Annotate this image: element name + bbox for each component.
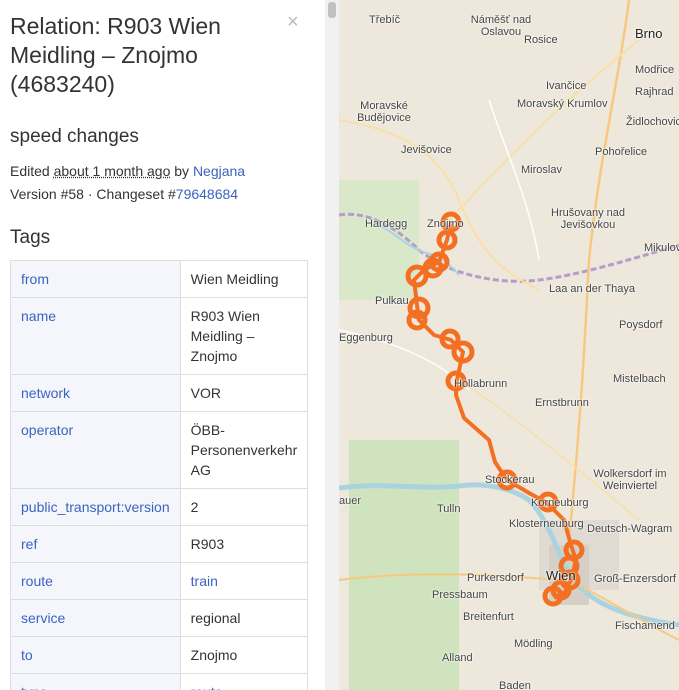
place-label: Stockerau [485,474,535,486]
edited-prefix: Edited [10,163,54,179]
place-label: Hrušovany nad Jevišovkou [551,207,625,231]
tag-value: Znojmo [179,636,309,674]
tags-table: from Wien Meidling name R903 Wien Meidling … [10,260,309,690]
tag-key[interactable]: ref [10,525,181,563]
tag-value: Wien Meidling [179,260,309,298]
tags-heading: Tags [10,227,51,248]
tag-value: 2 [179,488,309,526]
tag-row: operator ÖBB-Personenverkehr AG [10,411,309,489]
tag-row: from Wien Meidling [10,260,309,298]
version-text: Version #58 · Changeset # [10,186,176,202]
place-label: Ivančice [546,80,587,92]
place-label: Purkersdorf [467,572,524,584]
tag-key[interactable]: type [10,673,181,690]
place-label: Klosterneuburg [509,518,584,530]
place-label: Groß-Enzersdorf [594,573,676,585]
place-label: Modřice [635,64,675,76]
tag-value[interactable]: route [179,673,309,690]
sidebar: Relation: R903 Wien Meidling – Znojmo (4… [0,0,325,690]
edited-info: Edited about 1 month ago by Negjana [10,163,245,179]
place-label: Alland [442,652,473,664]
place-label: Mödling [514,638,553,650]
place-label: Moravský Krumlov [517,98,608,110]
place-label: Fischamend [615,620,675,632]
place-label: Znojmo [427,218,464,230]
scrollbar-thumb[interactable] [328,2,336,18]
tag-row: typeroute [10,673,309,690]
place-label: Židlochovice [626,116,679,128]
place-label: Třebíč [369,14,401,26]
place-label: Pohořelice [595,146,647,158]
place-label: Rosice [524,34,558,46]
scrollbar[interactable] [325,0,339,690]
tag-key[interactable]: route [10,562,181,600]
version-info: Version #58 · Changeset #79648684 [10,186,238,202]
place-label: Korneuburg [531,497,589,509]
tag-value: regional [179,599,309,637]
place-label: Wolkersdorf im Weinviertel [593,468,667,492]
changeset-comment: speed changes [10,126,139,147]
tag-key[interactable]: name [10,297,181,375]
place-label: Pressbaum [432,589,488,601]
place-label: Hollabrunn [454,378,508,390]
place-label: Moravské Budějovice [357,100,411,124]
tag-key[interactable]: to [10,636,181,674]
tag-value: R903 [179,525,309,563]
place-label: Deutsch-Wagram [587,523,673,535]
place-label: Laa an der Thaya [548,283,636,295]
edited-by: by [170,163,193,179]
changeset-link[interactable]: 79648684 [176,186,238,202]
place-label: Mikulov [644,242,679,254]
place-label: Eggenburg [339,332,393,344]
tag-value: ÖBB-Personenverkehr AG [179,411,309,489]
place-label: Jevišovice [401,144,452,156]
place-label: auer [339,495,362,507]
place-label: Poysdorf [619,319,663,331]
tag-row: name R903 Wien Meidling – Znojmo [10,297,309,375]
tag-key[interactable]: from [10,260,181,298]
close-icon[interactable]: × [287,12,299,32]
place-label: Mistelbach [613,373,666,385]
place-label: Breitenfurt [463,611,514,623]
place-label: Hardegg [365,218,408,230]
edited-time: about 1 month ago [53,163,171,179]
place-label: Wien [546,568,576,583]
tag-row: service regional [10,599,309,637]
tag-value: VOR [179,374,309,412]
tag-key[interactable]: public_transport:version [10,488,181,526]
tag-row: to Znojmo [10,636,309,674]
place-label: Baden [499,680,531,690]
tag-key[interactable]: operator [10,411,181,489]
place-label: Miroslav [521,164,562,176]
tag-value: R903 Wien Meidling – Znojmo [179,297,309,375]
tag-value[interactable]: train [179,562,309,600]
editor-link[interactable]: Negjana [193,163,245,179]
tag-row: ref R903 [10,525,309,563]
place-label: Tulln [437,503,461,515]
tag-key[interactable]: network [10,374,181,412]
place-label: Ernstbrunn [535,397,589,409]
place-label: Brno [635,26,663,41]
page-title: Relation: R903 Wien Meidling – Znojmo (4… [10,13,221,97]
tag-row: route train [10,562,309,600]
place-label: Rajhrad [635,86,674,98]
tag-row: network VOR [10,374,309,412]
map[interactable]: Třebíč Náměšť nad Oslavou Rosice Brno Ivanči… [339,0,679,690]
tag-row: public_transport:version 2 [10,488,309,526]
place-label: Pulkau [375,295,409,307]
tag-key[interactable]: service [10,599,181,637]
